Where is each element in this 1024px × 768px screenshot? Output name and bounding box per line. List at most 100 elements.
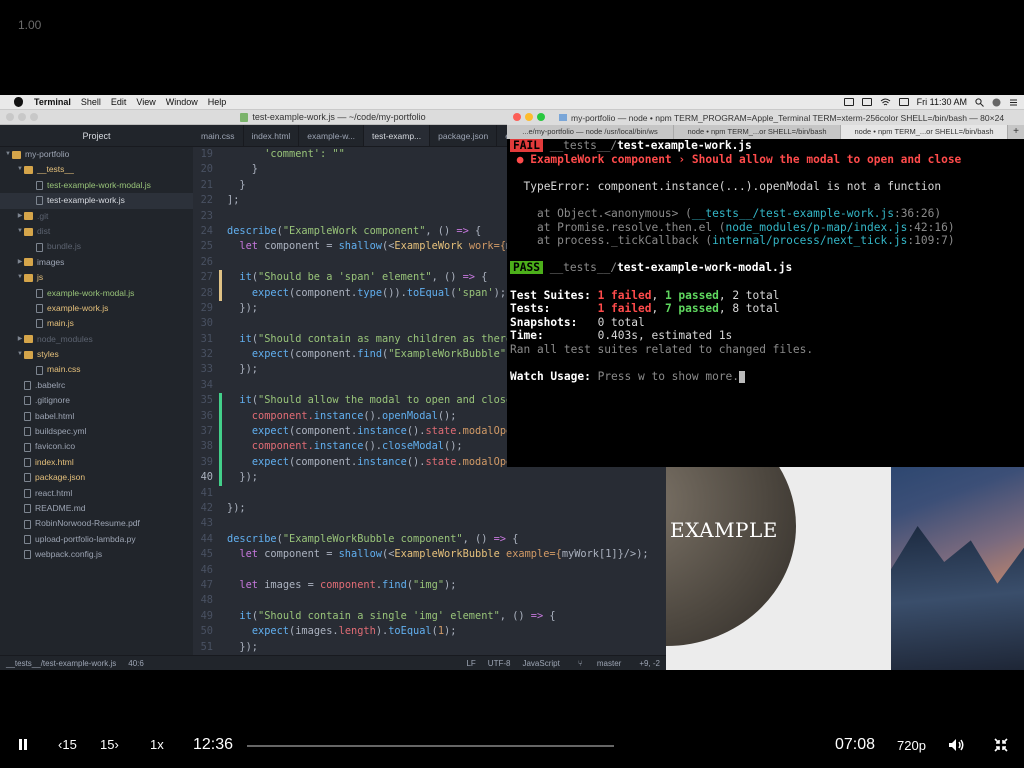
status-encoding[interactable]: UTF-8	[482, 659, 517, 668]
skip-back-button[interactable]: ‹15	[58, 737, 77, 752]
tree-item[interactable]: react.html	[0, 486, 193, 501]
close-window-button[interactable]	[6, 113, 14, 121]
status-grammar[interactable]: JavaScript	[516, 659, 565, 668]
tree-item[interactable]: example-work.js	[0, 301, 193, 316]
code-line[interactable]: 41	[193, 486, 666, 501]
chevron-down-icon[interactable]: ▼	[16, 162, 24, 177]
minimize-window-button[interactable]	[525, 113, 533, 121]
status-diff[interactable]: +9, -2	[633, 659, 666, 668]
status-file-path[interactable]: __tests__/test-example-work.js	[0, 659, 122, 668]
code-line[interactable]: 40 });	[193, 470, 666, 486]
tree-item[interactable]: RobinNorwood-Resume.pdf	[0, 516, 193, 531]
code-line[interactable]: 50 expect(images.length).toEqual(1);	[193, 624, 666, 639]
exit-fullscreen-icon[interactable]	[994, 738, 1008, 752]
tree-item[interactable]: ▼ dist	[0, 224, 193, 239]
menu-item-help[interactable]: Help	[203, 97, 232, 107]
battery-icon[interactable]	[861, 98, 872, 106]
tree-item[interactable]: README.md	[0, 501, 193, 516]
tab-test-example-work[interactable]: test-examp...	[364, 125, 431, 146]
new-tab-button[interactable]: +	[1008, 125, 1024, 139]
menu-item-edit[interactable]: Edit	[106, 97, 132, 107]
code-line[interactable]: 44 describe("ExampleWorkBubble component"…	[193, 532, 666, 547]
code-text: expect(component.type()).toEqual('span')…	[227, 286, 506, 301]
line-number: 21	[200, 178, 213, 191]
volume-icon[interactable]	[948, 738, 966, 752]
tab-package-json[interactable]: package.json	[430, 125, 498, 146]
tree-item[interactable]: babel.html	[0, 409, 193, 424]
playback-rate-button[interactable]: 1x	[150, 737, 164, 752]
file-icon	[24, 442, 31, 452]
terminal-tab-2[interactable]: node • npm TERM_...or SHELL=/bin/bash	[674, 125, 841, 139]
tree-item[interactable]: ▼ __tests__	[0, 162, 193, 177]
code-line[interactable]: 45 let component = shallow(<ExampleWorkB…	[193, 547, 666, 562]
close-window-button[interactable]	[513, 113, 521, 121]
tree-item[interactable]: test-example-work-modal.js	[0, 178, 193, 193]
chevron-right-icon[interactable]: ▶	[16, 332, 24, 347]
notification-center-icon[interactable]	[1009, 98, 1018, 107]
tree-item[interactable]: upload-portfolio-lambda.py	[0, 532, 193, 547]
quality-button[interactable]: 720p	[897, 738, 926, 753]
menubar-clock[interactable]: Fri 11:30 AM	[917, 97, 967, 107]
menu-item-view[interactable]: View	[131, 97, 160, 107]
chevron-down-icon[interactable]: ▼	[4, 147, 12, 162]
code-line[interactable]: 51 });	[193, 640, 666, 655]
file-icon	[24, 504, 31, 514]
airplay-icon[interactable]	[898, 98, 909, 106]
code-token: (component.	[289, 455, 358, 468]
tree-item[interactable]: ▼ my-portfolio	[0, 147, 193, 162]
progress-scrubber[interactable]	[247, 745, 614, 747]
terminal-tab-3[interactable]: node • npm TERM_...or SHELL=/bin/bash	[841, 125, 1008, 139]
apple-icon[interactable]	[14, 97, 23, 107]
menu-item-window[interactable]: Window	[161, 97, 203, 107]
tree-item[interactable]: test-example-work.js	[0, 193, 193, 209]
tree-item[interactable]: ▶ node_modules	[0, 332, 193, 347]
code-line[interactable]: 47 let images = component.find("img");	[193, 578, 666, 593]
code-line[interactable]: 48	[193, 593, 666, 608]
spotlight-search-icon[interactable]	[975, 97, 984, 107]
tree-item[interactable]: ▼ styles	[0, 347, 193, 362]
menu-app-name[interactable]: Terminal	[29, 97, 76, 107]
zoom-window-button[interactable]	[30, 113, 38, 121]
status-cursor-position[interactable]: 40:6	[122, 659, 150, 668]
menu-item-shell[interactable]: Shell	[76, 97, 106, 107]
chevron-down-icon[interactable]: ▼	[16, 347, 24, 362]
wifi-icon[interactable]	[880, 98, 891, 107]
status-branch[interactable]: ⑂ master	[566, 659, 633, 668]
skip-forward-button[interactable]: 15›	[100, 737, 119, 752]
code-token: describe	[227, 532, 277, 545]
tree-item[interactable]: main.css	[0, 362, 193, 377]
tree-item[interactable]: bundle.js	[0, 239, 193, 254]
tree-item[interactable]: main.js	[0, 316, 193, 331]
chevron-down-icon[interactable]: ▼	[16, 224, 24, 239]
display-icon[interactable]	[843, 98, 854, 106]
chevron-down-icon[interactable]: ▼	[16, 270, 24, 285]
terminal-output[interactable]: FAIL __tests__/test-example-work.js ● Ex…	[510, 139, 1022, 465]
tree-item[interactable]: webpack.config.js	[0, 547, 193, 562]
code-line[interactable]: 46	[193, 563, 666, 578]
tree-item[interactable]: example-work-modal.js	[0, 286, 193, 301]
zoom-window-button[interactable]	[537, 113, 545, 121]
tab-index-html[interactable]: index.html	[244, 125, 300, 146]
tree-item[interactable]: ▶ .git	[0, 209, 193, 224]
chevron-right-icon[interactable]: ▶	[16, 209, 24, 224]
terminal-tab-1[interactable]: ...e/my-portfolio — node /usr/local/bin/…	[507, 125, 674, 139]
code-line[interactable]: 43	[193, 516, 666, 531]
status-line-ending[interactable]: LF	[460, 659, 481, 668]
tree-item[interactable]: package.json	[0, 470, 193, 485]
pause-icon[interactable]	[18, 739, 28, 750]
code-line[interactable]: 42});	[193, 501, 666, 516]
tree-item[interactable]: .babelrc	[0, 378, 193, 393]
siri-icon[interactable]	[992, 98, 1001, 107]
tree-item[interactable]: index.html	[0, 455, 193, 470]
code-line[interactable]: 49 it("Should contain a single 'img' ele…	[193, 609, 666, 624]
tree-item[interactable]: buildspec.yml	[0, 424, 193, 439]
code-text: describe("ExampleWork component", () => …	[227, 224, 481, 239]
tree-item[interactable]: ▼ js	[0, 270, 193, 285]
tab-main-css[interactable]: main.css	[193, 125, 244, 146]
chevron-right-icon[interactable]: ▶	[16, 255, 24, 270]
tab-example-work[interactable]: example-w...	[299, 125, 365, 146]
tree-item[interactable]: favicon.ico	[0, 439, 193, 454]
minimize-window-button[interactable]	[18, 113, 26, 121]
tree-item[interactable]: ▶ images	[0, 255, 193, 270]
tree-item[interactable]: .gitignore	[0, 393, 193, 408]
